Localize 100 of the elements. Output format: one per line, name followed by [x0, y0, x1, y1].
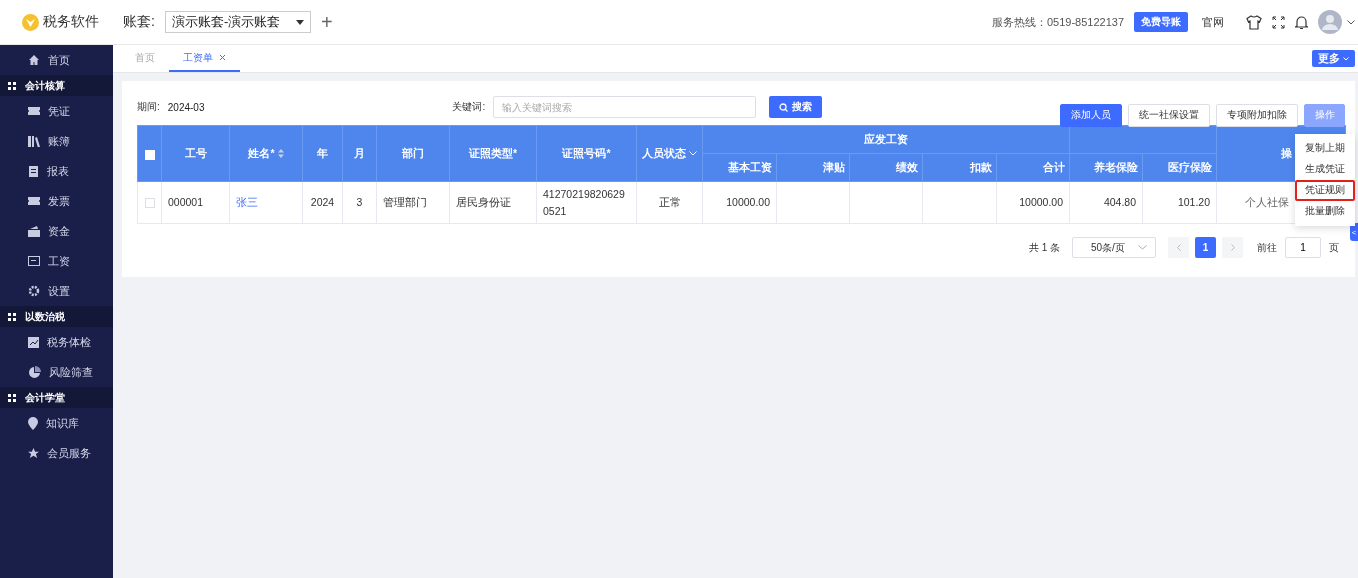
shirt-icon[interactable]	[1246, 14, 1262, 30]
tab[interactable]: 工资单	[169, 45, 240, 72]
column-header: 证照号码*	[536, 125, 637, 182]
item-label: 发票	[48, 193, 70, 209]
table-cell: 000001	[161, 181, 230, 224]
ticket-icon	[28, 196, 40, 206]
toolbar-button[interactable]: 添加人员	[1060, 103, 1122, 127]
name-link[interactable]: 张三	[236, 196, 258, 208]
item-label: 首页	[48, 52, 70, 68]
chart-icon	[28, 336, 39, 348]
website-link[interactable]: 官网	[1202, 14, 1224, 30]
sidebar-section[interactable]: 会计核算	[0, 75, 113, 96]
row-select-cell[interactable]	[137, 181, 162, 224]
sidebar-item[interactable]: 凭证	[0, 96, 113, 126]
table-cell: 412702198206290521	[536, 181, 637, 224]
goto-field[interactable]: 1	[1285, 237, 1321, 258]
sort-icon[interactable]	[277, 149, 284, 159]
add-button[interactable]: +	[320, 12, 333, 32]
chevron-down-icon	[1343, 56, 1349, 61]
select-all-cell[interactable]	[137, 125, 162, 182]
more-button[interactable]: 更多	[1312, 50, 1355, 67]
bell-icon[interactable]	[1295, 14, 1308, 30]
section-label: 以数治税	[25, 309, 65, 324]
sidebar-item[interactable]: 风险筛查	[0, 357, 113, 387]
ticket-icon	[28, 106, 40, 116]
chevron-down-icon[interactable]	[1347, 19, 1355, 25]
period-value: 2024-03	[167, 101, 205, 113]
item-label: 报表	[47, 163, 69, 179]
logo-icon	[22, 13, 39, 31]
table-cell: 3	[342, 181, 377, 224]
clipboard-icon	[28, 165, 39, 177]
column-header: 年	[302, 125, 343, 182]
fullscreen-icon[interactable]	[1272, 15, 1285, 29]
page-suffix: 页	[1329, 240, 1339, 255]
grid-icon	[8, 312, 16, 321]
column-header[interactable]: 姓名*	[229, 125, 303, 182]
column-header: 医疗保险	[1142, 153, 1217, 182]
sidebar-section[interactable]: 会计学堂	[0, 387, 113, 408]
account-label: 账套:	[123, 13, 155, 31]
toolbar-button[interactable]: 统一社保设置	[1128, 103, 1210, 127]
checkbox[interactable]	[144, 149, 155, 160]
sidebar-item[interactable]: 报表	[0, 156, 113, 186]
item-label: 知识库	[46, 415, 79, 431]
group-header: 应发工资	[702, 125, 1070, 154]
goto-label: 前往	[1257, 240, 1277, 255]
item-label: 工资	[48, 253, 70, 269]
hotline-text: 服务热线：0519-85122137	[991, 14, 1124, 30]
column-header: 合计	[996, 153, 1070, 182]
chevron-right-icon	[1230, 244, 1235, 251]
grid-icon	[8, 393, 16, 402]
sidebar-item[interactable]: 税务体检	[0, 327, 113, 357]
item-label: 凭证	[48, 103, 70, 119]
item-label: 资金	[48, 223, 70, 239]
pin-icon	[28, 416, 38, 430]
table-cell: 10000.00	[702, 181, 777, 224]
sidebar-item[interactable]: 资金	[0, 216, 113, 246]
sidebar-item[interactable]: 账簿	[0, 126, 113, 156]
item-label: 税务体检	[47, 334, 91, 350]
close-icon[interactable]	[219, 54, 226, 61]
table-cell: 101.20	[1142, 181, 1217, 224]
app-name: 税务软件	[43, 13, 99, 31]
table-cell: 居民身份证	[449, 181, 537, 224]
page-button[interactable]: 1	[1195, 237, 1216, 258]
checkbox[interactable]	[144, 198, 155, 209]
keyword-label: 关键词:	[452, 100, 486, 114]
sidebar-item[interactable]: 发票	[0, 186, 113, 216]
total-count: 共 1 条	[1028, 240, 1060, 255]
gear-icon	[28, 285, 40, 297]
chevron-down-icon	[1138, 245, 1147, 250]
sidebar-item[interactable]: 会员服务	[0, 438, 113, 468]
star-icon	[28, 447, 39, 459]
account-select[interactable]: 演示账套-演示账套	[164, 11, 311, 33]
pie-chart-icon	[28, 365, 41, 379]
toolbar-button[interactable]: 专项附加扣除	[1216, 103, 1298, 127]
sidebar-item[interactable]: 首页	[0, 45, 113, 75]
keyword-field[interactable]: 输入关键词搜索	[493, 96, 757, 118]
column-header: 基本工资	[702, 153, 777, 182]
table-cell: 正常	[636, 181, 703, 224]
sidebar-section[interactable]: 以数治税	[0, 306, 113, 327]
column-header[interactable]: 人员状态	[636, 125, 703, 182]
home-icon	[28, 54, 40, 66]
column-header: 津贴	[776, 153, 850, 182]
menu-item[interactable]: 批量删除	[1295, 200, 1355, 222]
page-size-select[interactable]: 50条/页	[1072, 237, 1156, 258]
wallet-icon	[28, 225, 40, 237]
import-button[interactable]: 免费导账	[1134, 12, 1188, 32]
item-label: 设置	[48, 283, 70, 299]
book-icon	[28, 135, 40, 147]
sidebar-item[interactable]: 设置	[0, 276, 113, 306]
sidebar-item[interactable]: 知识库	[0, 408, 113, 438]
menu-item[interactable]: 凭证规则	[1295, 179, 1355, 201]
search-button[interactable]: 搜索	[769, 96, 823, 118]
column-header: 扣款	[922, 153, 997, 182]
avatar[interactable]	[1318, 10, 1342, 34]
side-toggle[interactable]: <	[1350, 223, 1358, 241]
table-cell: 10000.00	[996, 181, 1070, 224]
table-cell: 管理部门	[376, 181, 450, 224]
sidebar-item[interactable]: 工资	[0, 246, 113, 276]
item-label: 风险筛查	[49, 364, 93, 380]
column-header: 工号	[161, 125, 230, 182]
